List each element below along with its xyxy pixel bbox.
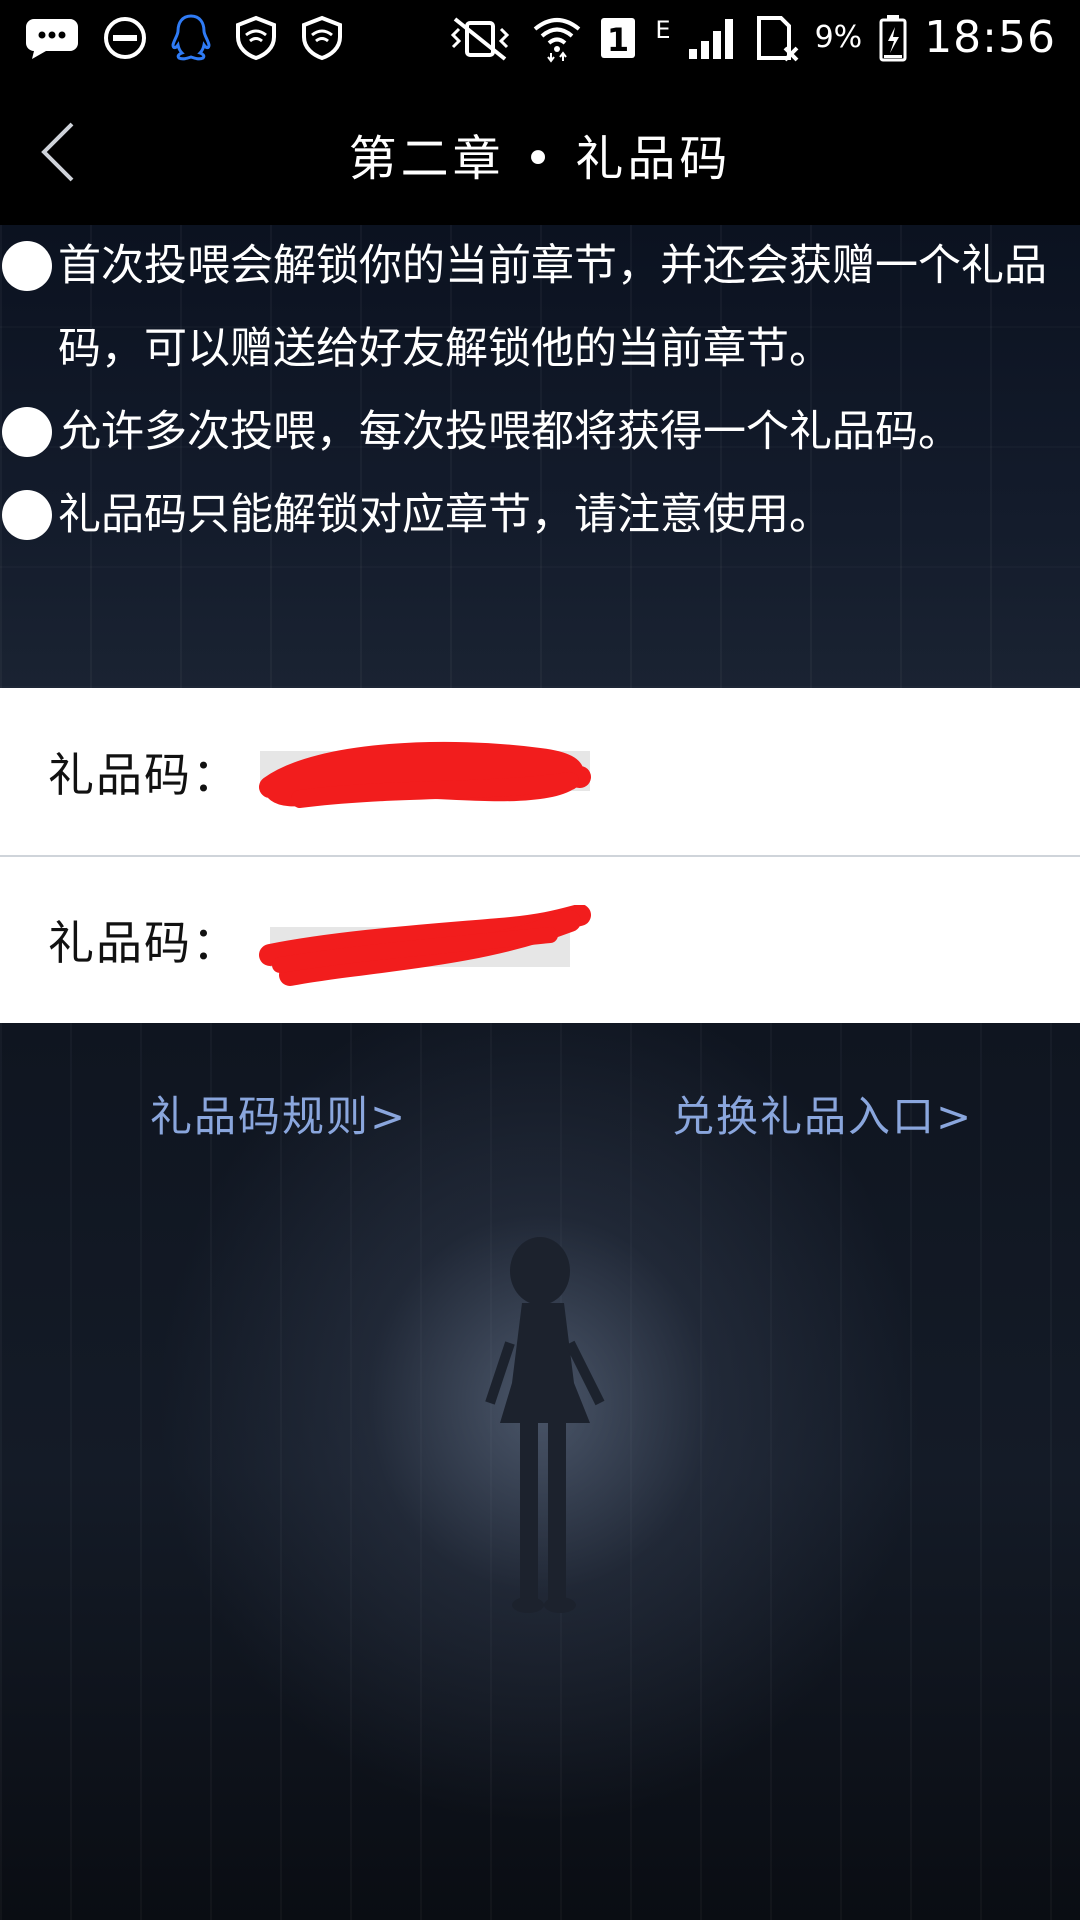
- rule-item: 允许多次投喂，每次投喂都将获得一个礼品码。: [0, 391, 1080, 474]
- qq-penguin-icon: [170, 13, 212, 63]
- status-bar-right: 1 E 9% 18:56: [445, 12, 1056, 63]
- bullet-icon: [2, 241, 52, 291]
- sim-slot-icon: [755, 14, 799, 62]
- redaction-scribble: [259, 904, 591, 986]
- gift-code-rules-link[interactable]: 礼品码规则>: [150, 1083, 407, 1144]
- app-header: 第二章 • 礼品码: [0, 75, 1080, 225]
- status-bar-left: [24, 13, 344, 63]
- redaction-scribble: [259, 741, 591, 808]
- gift-code-row[interactable]: 礼品码：: [0, 688, 1080, 855]
- rule-item: 首次投喂会解锁你的当前章节，并还会获赠一个礼品码，可以赠送给好友解锁他的当前章节…: [0, 225, 1080, 391]
- rule-text: 允许多次投喂，每次投喂都将获得一个礼品码。: [58, 407, 961, 457]
- gift-code-value-redacted[interactable]: [250, 737, 595, 808]
- footer-links: 礼品码规则> 兑换礼品入口>: [0, 1083, 1080, 1153]
- sim1-icon: 1: [599, 14, 639, 62]
- rule-text: 首次投喂会解锁你的当前章节，并还会获赠一个礼品码，可以赠送给好友解锁他的当前章节…: [58, 241, 1047, 374]
- gift-code-label: 礼品码：: [48, 915, 240, 970]
- vibrate-icon: [445, 15, 515, 61]
- clock: 18:56: [924, 12, 1056, 63]
- sim-label: 1: [607, 21, 629, 59]
- gift-code-row[interactable]: 礼品码：: [0, 855, 1080, 1022]
- bullet-icon: [2, 407, 52, 457]
- wifi-icon: [531, 13, 583, 63]
- redeem-gift-link[interactable]: 兑换礼品入口>: [672, 1083, 973, 1144]
- page-title: 第二章 • 礼品码: [348, 131, 732, 187]
- do-not-disturb-icon: [102, 15, 148, 61]
- gift-code-list: 礼品码： 礼品码：: [0, 688, 1080, 1023]
- battery-icon: [878, 13, 908, 63]
- rule-text: 礼品码只能解锁对应章节，请注意使用。: [58, 490, 832, 540]
- gift-code-label: 礼品码：: [48, 747, 240, 802]
- message-icon: [24, 15, 80, 61]
- background-illustration: 礼品码规则> 兑换礼品入口>: [0, 1023, 1080, 1920]
- shield-icon: [234, 15, 278, 61]
- status-bar: 1 E 9% 18:56: [0, 0, 1080, 75]
- girl-silhouette-illustration: [485, 1237, 605, 1613]
- shield-icon: [300, 15, 344, 61]
- gift-code-value-redacted[interactable]: [250, 904, 595, 986]
- network-type-label: E: [655, 16, 671, 44]
- battery-percent: 9%: [814, 20, 863, 55]
- rule-item: 礼品码只能解锁对应章节，请注意使用。: [0, 474, 1080, 557]
- signal-icon: [687, 15, 739, 61]
- bullet-icon: [2, 490, 52, 540]
- rules-section: 首次投喂会解锁你的当前章节，并还会获赠一个礼品码，可以赠送给好友解锁他的当前章节…: [0, 225, 1080, 688]
